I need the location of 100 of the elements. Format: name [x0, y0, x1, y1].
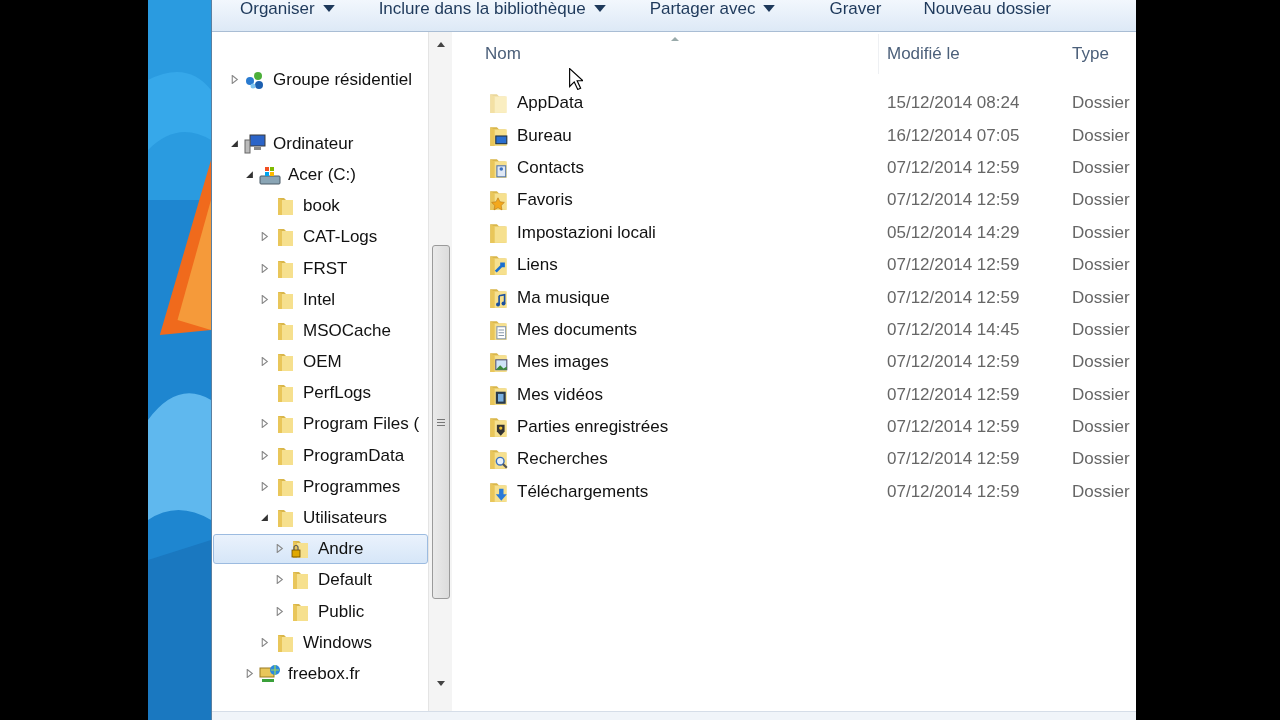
table-cell-text: 07/12/2014 12:59	[886, 481, 1021, 502]
folder-icon	[487, 189, 509, 212]
tree-item[interactable]: PerfLogs	[213, 378, 428, 409]
cursor-icon	[569, 68, 583, 90]
tree-item[interactable]: FRST	[213, 253, 428, 284]
folder-icon	[487, 92, 509, 115]
toolbar-button[interactable]: Graver	[823, 0, 888, 17]
folder-icon	[487, 318, 509, 341]
folder-icon	[487, 124, 509, 147]
expand-icon[interactable]	[260, 232, 269, 242]
toolbar-button[interactable]: Organiser	[234, 0, 341, 17]
expand-icon[interactable]	[260, 481, 269, 491]
expand-icon[interactable]	[260, 450, 269, 460]
table-cell-text: Dossier	[1071, 157, 1131, 178]
toolbar-button[interactable]: Partager avec	[643, 0, 782, 17]
folder-icon	[487, 416, 509, 439]
folder-icon	[487, 383, 509, 406]
file-item[interactable]: Bureau	[452, 124, 878, 147]
expand-icon[interactable]	[260, 419, 269, 429]
column-header[interactable]: Nom	[452, 34, 878, 74]
scroll-thumb[interactable]	[431, 245, 450, 599]
table-cell-text: Dossier	[1071, 449, 1131, 470]
tree-item[interactable]: Default	[213, 565, 428, 596]
folder-icon	[487, 156, 509, 179]
folder-icon	[487, 286, 509, 309]
file-item[interactable]: Favoris	[452, 189, 878, 212]
collapse-icon[interactable]	[230, 138, 239, 148]
file-item[interactable]: Parties enregistrées	[452, 416, 878, 439]
tree-item[interactable]: Utilisateurs	[213, 503, 428, 534]
file-item[interactable]: Impostazioni locali	[452, 221, 878, 244]
table-cell-text: 07/12/2014 12:59	[886, 352, 1021, 373]
network-drive-icon	[259, 663, 281, 684]
file-item[interactable]: Liens	[452, 254, 878, 277]
expand-icon[interactable]	[275, 544, 284, 554]
tree-item[interactable]: book	[213, 191, 428, 222]
tree-item[interactable]: Program Files (	[213, 409, 428, 440]
folder-icon	[487, 480, 509, 503]
scroll-down-icon[interactable]	[436, 681, 445, 686]
table-cell-text: 16/12/2014 07:05	[886, 125, 1021, 146]
tree-item[interactable]: Groupe résidentiel	[213, 65, 428, 96]
table-cell-text: Dossier	[1071, 255, 1131, 276]
expand-icon[interactable]	[260, 263, 269, 273]
table-cell-text: 07/12/2014 12:59	[886, 449, 1021, 470]
toolbar-button[interactable]: Inclure dans la bibliothèque	[372, 0, 612, 17]
computer-icon	[244, 133, 266, 154]
table-cell-text: Dossier	[1071, 384, 1131, 405]
file-item[interactable]: Téléchargements	[452, 480, 878, 503]
tree-item[interactable]: ProgramData	[213, 440, 428, 471]
expand-icon[interactable]	[260, 294, 269, 304]
tree-item[interactable]: Intel	[213, 284, 428, 315]
table-cell-text: Dossier	[1071, 222, 1131, 243]
file-item[interactable]: Mes vidéos	[452, 383, 878, 406]
tree-item[interactable]: Programmes	[213, 471, 428, 502]
toolbar-button[interactable]: Nouveau dossier	[917, 0, 1057, 17]
scrollbar[interactable]	[428, 32, 452, 711]
column-header[interactable]: Type	[1065, 34, 1136, 74]
column-header[interactable]: Modifié le	[878, 34, 1065, 74]
expand-icon[interactable]	[260, 637, 269, 647]
table-cell-text: 07/12/2014 12:59	[886, 255, 1021, 276]
table-cell-text: 07/12/2014 12:59	[886, 190, 1021, 211]
table-cell-text: Dossier	[1071, 125, 1131, 146]
tree-item[interactable]: Acer (C:)	[213, 159, 428, 190]
expand-icon[interactable]	[275, 606, 284, 616]
scroll-up-icon[interactable]	[436, 42, 445, 47]
table-cell-text: Dossier	[1071, 93, 1131, 114]
file-item[interactable]: Mes images	[452, 351, 878, 374]
file-item[interactable]: Recherches	[452, 448, 878, 471]
tree-item[interactable]: OEM	[213, 347, 428, 378]
file-item[interactable]: AppData	[452, 92, 878, 115]
folder-icon	[487, 221, 509, 244]
file-item[interactable]: Mes documents	[452, 318, 878, 341]
table-cell-text: 07/12/2014 14:45	[886, 319, 1021, 340]
file-item[interactable]: Ma musique	[452, 286, 878, 309]
table-cell-text: 05/12/2014 14:29	[886, 222, 1021, 243]
table-cell-text: 07/12/2014 12:59	[886, 157, 1021, 178]
tree-item[interactable]: Windows	[213, 627, 428, 658]
tree-item[interactable]: Public	[213, 596, 428, 627]
tree-item[interactable]: MSOCache	[213, 315, 428, 346]
collapse-icon[interactable]	[260, 513, 269, 523]
expand-icon[interactable]	[260, 357, 269, 367]
folder-icon	[487, 254, 509, 277]
tree-item[interactable]: CAT-Logs	[213, 222, 428, 253]
table-cell-text: Dossier	[1071, 417, 1131, 438]
tree-item[interactable]: Andre	[213, 534, 428, 565]
collapse-icon[interactable]	[245, 169, 254, 179]
tree-item[interactable]: freebox.fr	[213, 658, 428, 689]
expand-icon[interactable]	[230, 75, 239, 85]
table-cell-text: 15/12/2014 08:24	[886, 93, 1021, 114]
file-item[interactable]: Contacts	[452, 156, 878, 179]
folder-icon	[487, 448, 509, 471]
folder-icon	[487, 351, 509, 374]
table-cell-text: Dossier	[1071, 352, 1131, 373]
expand-icon[interactable]	[275, 575, 284, 585]
table-cell-text: 07/12/2014 12:59	[886, 384, 1021, 405]
sort-arrow-icon	[671, 37, 679, 41]
tree-item[interactable]: Ordinateur	[213, 128, 428, 159]
table-cell-text: 07/12/2014 12:59	[886, 287, 1021, 308]
network-icon	[244, 70, 266, 91]
locked-folder-icon	[289, 539, 311, 560]
expand-icon[interactable]	[245, 668, 254, 678]
